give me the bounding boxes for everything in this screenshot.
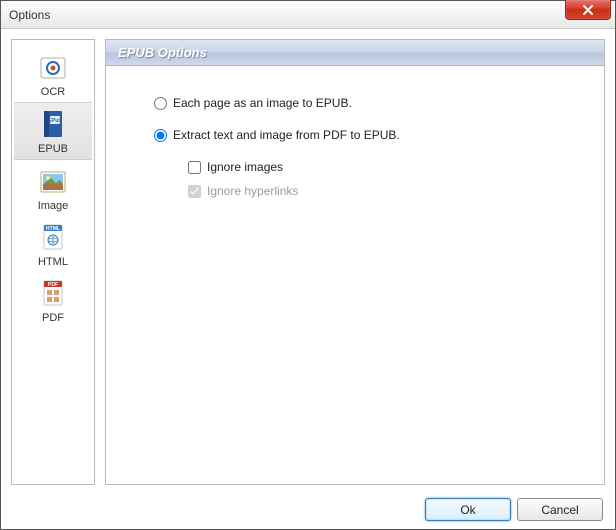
- epub-icon: EPub: [37, 109, 69, 141]
- sidebar-item-ocr[interactable]: OCR: [14, 46, 92, 102]
- close-icon: [582, 5, 594, 15]
- sidebar-item-label: HTML: [38, 256, 68, 268]
- panel-body: Each page as an image to EPUB. Extract t…: [106, 66, 604, 228]
- button-bar: Ok Cancel: [425, 498, 603, 521]
- pdf-icon: PDF: [37, 278, 69, 310]
- sidebar: OCR EPub EPUB: [11, 39, 95, 485]
- sidebar-item-label: PDF: [42, 312, 64, 324]
- option-ignore-hyperlinks: Ignore hyperlinks: [188, 184, 584, 198]
- titlebar: Options: [1, 1, 615, 29]
- window-title: Options: [9, 8, 50, 22]
- svg-text:EPub: EPub: [49, 118, 62, 124]
- svg-text:PDF: PDF: [48, 282, 58, 288]
- option-label: Ignore images: [207, 160, 283, 174]
- option-each-page-image[interactable]: Each page as an image to EPUB.: [154, 96, 584, 110]
- cancel-button[interactable]: Cancel: [517, 498, 603, 521]
- option-extract-text-image[interactable]: Extract text and image from PDF to EPUB.: [154, 128, 584, 142]
- checkbox-ignore-hyperlinks: [188, 185, 201, 198]
- panel-header: EPUB Options: [106, 40, 604, 66]
- option-label: Ignore hyperlinks: [207, 184, 298, 198]
- sidebar-item-pdf[interactable]: PDF PDF: [14, 272, 92, 328]
- option-label: Each page as an image to EPUB.: [173, 96, 352, 110]
- sidebar-item-label: Image: [38, 200, 69, 212]
- close-button[interactable]: [565, 0, 611, 20]
- sidebar-item-image[interactable]: Image: [14, 160, 92, 216]
- checkbox-ignore-images[interactable]: [188, 161, 201, 174]
- content-area: OCR EPub EPUB: [1, 29, 615, 489]
- options-panel: EPUB Options Each page as an image to EP…: [105, 39, 605, 485]
- ocr-icon: [37, 52, 69, 84]
- radio-extract-text-image[interactable]: [154, 129, 167, 142]
- sidebar-item-html[interactable]: HTML HTML: [14, 216, 92, 272]
- sidebar-item-label: OCR: [41, 86, 65, 98]
- svg-text:HTML: HTML: [46, 226, 60, 232]
- sidebar-item-epub[interactable]: EPub EPUB: [14, 102, 92, 160]
- sidebar-item-label: EPUB: [38, 143, 68, 155]
- image-icon: [37, 166, 69, 198]
- ok-button[interactable]: Ok: [425, 498, 511, 521]
- option-label: Extract text and image from PDF to EPUB.: [173, 128, 400, 142]
- html-icon: HTML: [37, 222, 69, 254]
- option-ignore-images[interactable]: Ignore images: [188, 160, 584, 174]
- radio-each-page-image[interactable]: [154, 97, 167, 110]
